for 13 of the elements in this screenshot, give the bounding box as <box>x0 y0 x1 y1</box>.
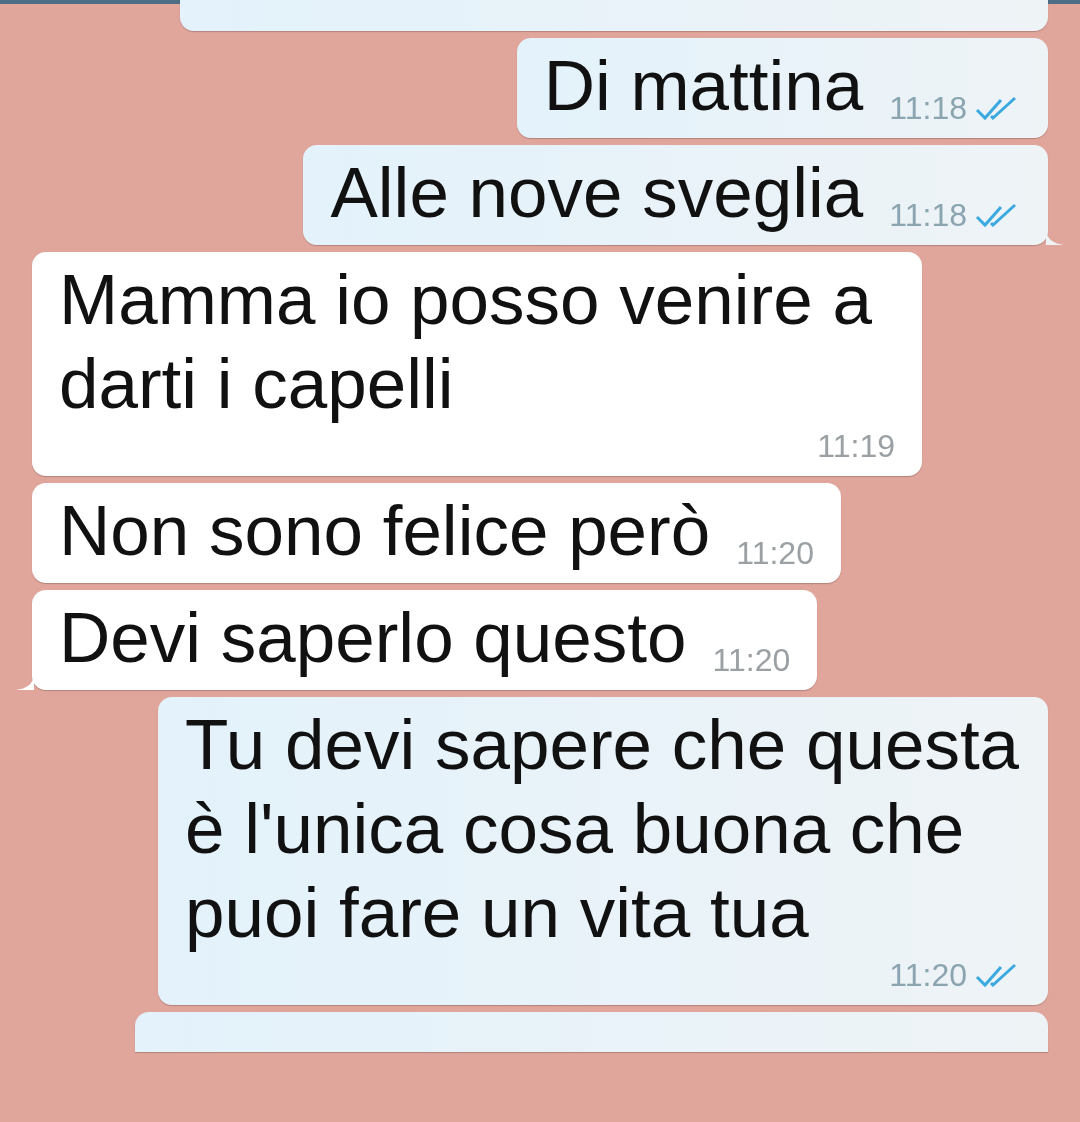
message-time: 11:18 <box>889 89 967 128</box>
message-time: 11:18 <box>889 196 967 235</box>
message-text: Devi saperlo questo <box>59 597 687 679</box>
message-time: 11:20 <box>712 641 791 680</box>
message-time: 11:19 <box>817 427 895 466</box>
message-time: 11:20 <box>889 956 967 995</box>
message-text: Alle nove sveglia <box>330 152 864 234</box>
message-text: Non sono felice però <box>59 490 711 572</box>
message-text: Di mattina <box>543 45 864 127</box>
bubble-tail-icon <box>1046 231 1064 245</box>
message-time: 11:20 <box>736 534 814 573</box>
message-text: Mamma io posso venire a darti i capelli <box>59 259 873 425</box>
message-text: Tu devi sapere che questa è l'unica cosa buona che puoi fare un vita tua <box>185 704 1021 954</box>
